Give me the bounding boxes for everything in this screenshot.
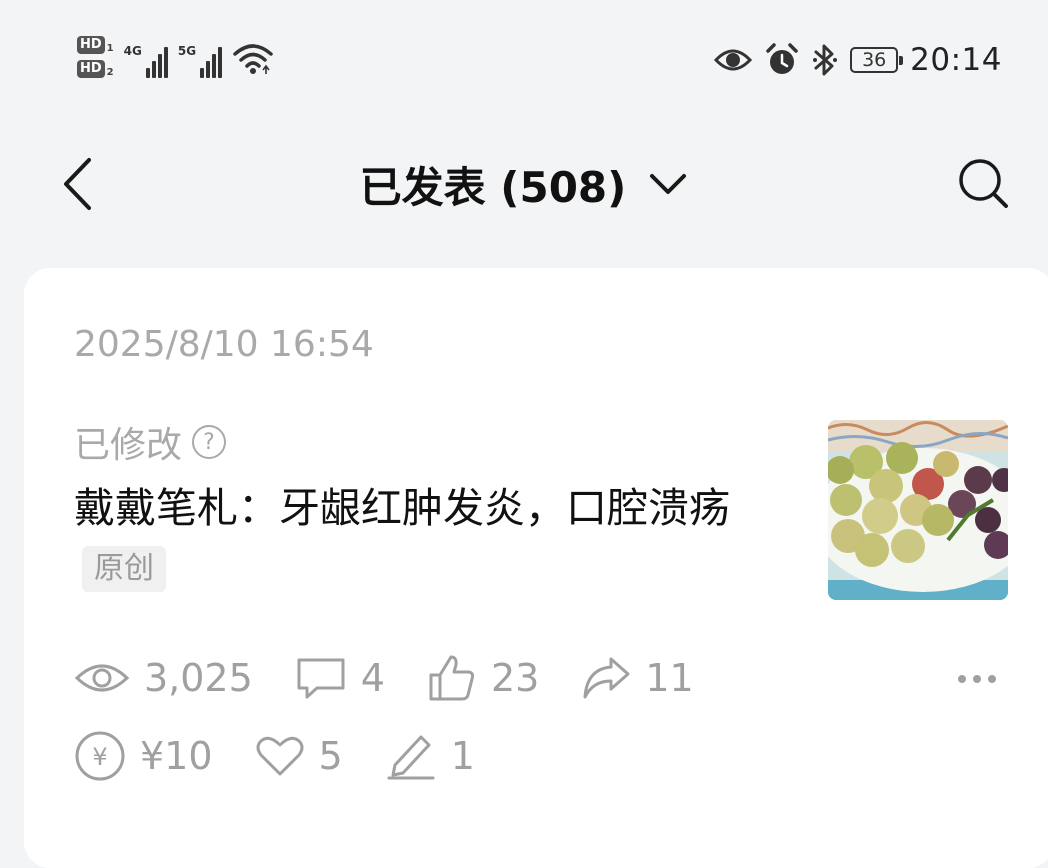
- status-right: 36 20:14: [714, 42, 1002, 78]
- thumbs-up-icon: [429, 655, 475, 701]
- signal-5g-icon: 5G: [177, 36, 223, 78]
- comments-stat[interactable]: 4: [295, 656, 385, 700]
- bluetooth-icon: [813, 44, 838, 76]
- status-time: 20:14: [910, 42, 1002, 78]
- stats-row-secondary: ¥ ¥10 5 1: [74, 730, 517, 782]
- help-icon[interactable]: ?: [192, 425, 227, 459]
- signal-bar: [157, 54, 162, 78]
- more-icon: [958, 675, 996, 683]
- search-button[interactable]: [956, 156, 1012, 212]
- post-thumbnail[interactable]: [828, 420, 1008, 600]
- likes-stat[interactable]: 23: [427, 653, 539, 703]
- views-stat[interactable]: 3,025: [74, 656, 253, 700]
- more-options-button[interactable]: [952, 664, 1002, 694]
- share-icon: [583, 657, 630, 699]
- edits-stat[interactable]: 1: [385, 731, 475, 781]
- reward-amount: ¥10: [140, 734, 213, 778]
- post-title[interactable]: 戴戴笔札：牙龈红肿发炎，口腔溃疡原创: [74, 478, 764, 598]
- pen-icon: [387, 735, 435, 780]
- hd-icon: HD: [77, 36, 105, 54]
- yen-symbol: ¥: [92, 743, 107, 771]
- network-type-label: 4G: [123, 44, 142, 58]
- shares-stat[interactable]: 11: [581, 655, 694, 701]
- signal-bar: [151, 61, 156, 78]
- battery-level: 36: [862, 49, 887, 71]
- status-bar: HD 1 HD 2 4G 5G 36 20:14: [0, 0, 1048, 120]
- comments-count: 4: [360, 656, 385, 700]
- network-type-label: 5G: [177, 44, 197, 58]
- edits-count: 1: [450, 734, 475, 778]
- comment-icon: [297, 658, 345, 699]
- wifi-icon: [233, 44, 273, 74]
- search-icon: [959, 159, 1008, 208]
- signal-bar: [145, 68, 150, 78]
- stats-row-primary: 3,025 4 23 11: [74, 653, 736, 703]
- status-left: HD 1 HD 2 4G 5G: [77, 36, 274, 80]
- hd-icon: HD: [77, 60, 105, 78]
- sim1-indicator: HD 1: [77, 36, 114, 54]
- favorites-stat[interactable]: 5: [255, 734, 343, 778]
- signal-bar: [218, 47, 223, 78]
- yen-icon: ¥: [75, 731, 125, 781]
- title-dropdown[interactable]: 已发表 (508): [0, 154, 1048, 214]
- alarm-icon: [766, 43, 798, 74]
- post-timestamp: 2025/8/10 16:54: [74, 324, 374, 365]
- page-title: 已发表 (508): [359, 162, 627, 212]
- original-tag: 原创: [82, 546, 166, 592]
- signal-bar: [200, 68, 205, 78]
- sim-indicators: HD 1 HD 2: [77, 36, 114, 78]
- heart-icon: [256, 736, 304, 776]
- post-title-text: 戴戴笔札：牙龈红肿发炎，口腔溃疡: [74, 484, 730, 532]
- fruit-plate-image: [828, 420, 1008, 600]
- sim2-indicator: HD 2: [77, 60, 114, 78]
- signal-bar: [163, 47, 168, 78]
- modified-indicator: 已修改 ?: [74, 416, 227, 468]
- chevron-down-icon: [650, 174, 687, 194]
- eye-icon: [714, 49, 753, 71]
- shares-count: 11: [645, 656, 694, 700]
- signal-bar: [206, 61, 211, 78]
- top-app-bar: 已发表 (508): [0, 140, 1048, 230]
- signal-bar: [212, 54, 217, 78]
- sim1-number: 1: [106, 43, 114, 54]
- favorites-count: 5: [318, 734, 343, 778]
- post-card[interactable]: 2025/8/10 16:54 已修改 ? 戴戴笔札：牙龈红肿发炎，口腔溃疡原创: [24, 268, 1048, 868]
- likes-count: 23: [490, 656, 540, 700]
- eye-icon: [74, 664, 130, 692]
- reward-stat[interactable]: ¥ ¥10: [74, 730, 213, 782]
- views-count: 3,025: [144, 656, 253, 700]
- sim2-number: 2: [106, 67, 114, 78]
- signal-4g-icon: 4G: [124, 36, 168, 78]
- modified-label: 已修改: [74, 425, 183, 466]
- battery-icon: 36: [850, 47, 904, 73]
